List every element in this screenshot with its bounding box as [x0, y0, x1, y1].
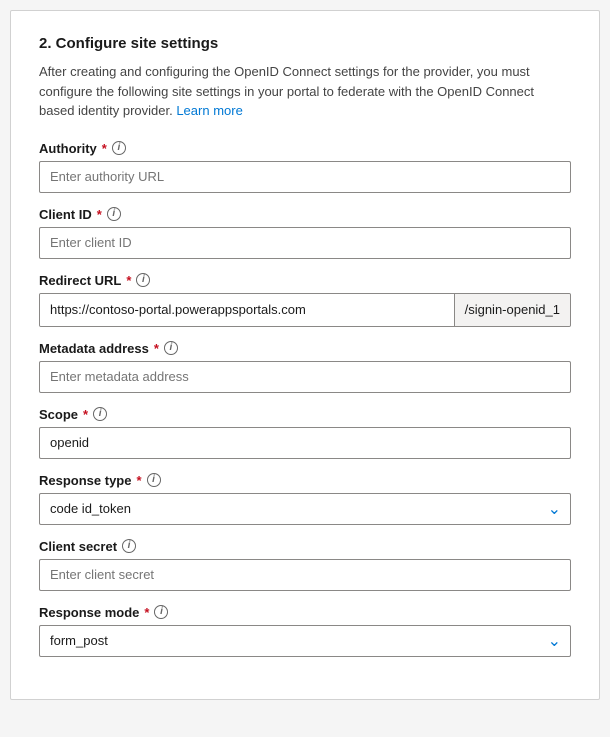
redirect-url-info-icon[interactable]: i: [136, 273, 150, 287]
description-text: After creating and configuring the OpenI…: [39, 64, 534, 118]
scope-input[interactable]: [39, 427, 571, 459]
scope-field-group: Scope * i: [39, 407, 571, 459]
response-mode-label: Response mode * i: [39, 605, 571, 620]
scope-required-marker: *: [83, 407, 88, 422]
configure-site-settings-card: 2. Configure site settings After creatin…: [10, 10, 600, 700]
client-secret-field-group: Client secret i: [39, 539, 571, 591]
metadata-address-label-text: Metadata address: [39, 341, 149, 356]
scope-label: Scope * i: [39, 407, 571, 422]
response-type-label: Response type * i: [39, 473, 571, 488]
response-type-field-group: Response type * i code id_token code id_…: [39, 473, 571, 525]
response-mode-label-text: Response mode: [39, 605, 139, 620]
scope-info-icon[interactable]: i: [93, 407, 107, 421]
metadata-address-info-icon[interactable]: i: [164, 341, 178, 355]
metadata-address-input[interactable]: [39, 361, 571, 393]
authority-input[interactable]: [39, 161, 571, 193]
redirect-url-label-text: Redirect URL: [39, 273, 121, 288]
metadata-address-required-marker: *: [154, 341, 159, 356]
authority-label: Authority * i: [39, 141, 571, 156]
redirect-url-main-input[interactable]: [40, 294, 454, 326]
client-id-required-marker: *: [97, 207, 102, 222]
redirect-url-field-group: Redirect URL * i /signin-openid_1: [39, 273, 571, 327]
client-id-label: Client ID * i: [39, 207, 571, 222]
client-secret-label: Client secret i: [39, 539, 571, 554]
response-mode-select[interactable]: form_post query fragment: [39, 625, 571, 657]
response-mode-info-icon[interactable]: i: [154, 605, 168, 619]
learn-more-link[interactable]: Learn more: [176, 103, 242, 118]
metadata-address-label: Metadata address * i: [39, 341, 571, 356]
section-description: After creating and configuring the OpenI…: [39, 62, 571, 121]
response-type-label-text: Response type: [39, 473, 131, 488]
response-mode-field-group: Response mode * i form_post query fragme…: [39, 605, 571, 657]
redirect-url-label: Redirect URL * i: [39, 273, 571, 288]
client-secret-label-text: Client secret: [39, 539, 117, 554]
client-id-input[interactable]: [39, 227, 571, 259]
authority-field-group: Authority * i: [39, 141, 571, 193]
response-mode-select-wrapper: form_post query fragment ⌄: [39, 625, 571, 657]
client-id-info-icon[interactable]: i: [107, 207, 121, 221]
authority-required-marker: *: [102, 141, 107, 156]
authority-info-icon[interactable]: i: [112, 141, 126, 155]
scope-label-text: Scope: [39, 407, 78, 422]
client-id-field-group: Client ID * i: [39, 207, 571, 259]
response-type-required-marker: *: [136, 473, 141, 488]
client-id-label-text: Client ID: [39, 207, 92, 222]
redirect-url-suffix: /signin-openid_1: [454, 294, 570, 326]
client-secret-input[interactable]: [39, 559, 571, 591]
redirect-url-wrapper: /signin-openid_1: [39, 293, 571, 327]
response-type-info-icon[interactable]: i: [147, 473, 161, 487]
response-mode-required-marker: *: [144, 605, 149, 620]
metadata-address-field-group: Metadata address * i: [39, 341, 571, 393]
response-type-select[interactable]: code id_token code id_token token: [39, 493, 571, 525]
client-secret-info-icon[interactable]: i: [122, 539, 136, 553]
section-title: 2. Configure site settings: [39, 35, 571, 52]
authority-label-text: Authority: [39, 141, 97, 156]
response-type-select-wrapper: code id_token code id_token token ⌄: [39, 493, 571, 525]
redirect-url-required-marker: *: [126, 273, 131, 288]
